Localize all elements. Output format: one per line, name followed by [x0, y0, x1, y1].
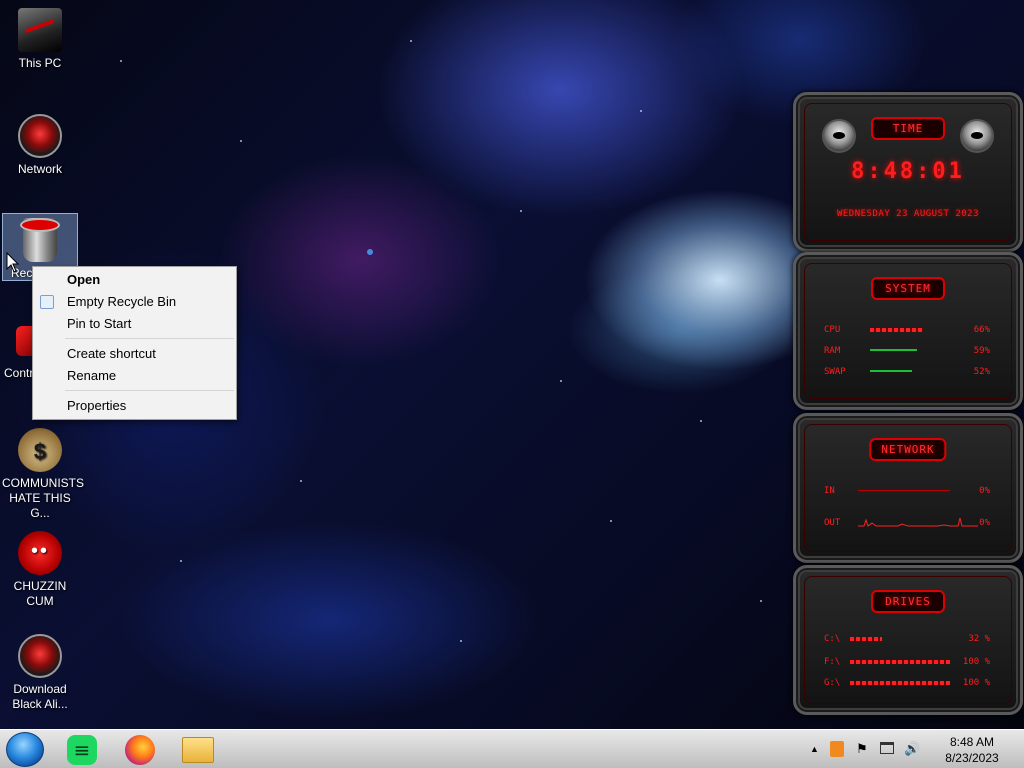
- desktop-icon-chuzzin[interactable]: CHUZZIN CUM: [2, 531, 78, 609]
- ram-row: RAM 59%: [824, 344, 990, 358]
- network-out-value: 0%: [979, 518, 990, 528]
- network-gadget[interactable]: NETWORK IN 0% OUT 0%: [793, 413, 1023, 563]
- taskbar-date: 8/23/2023: [945, 751, 999, 765]
- desktop-icon-download-black-alien[interactable]: Download Black Ali...: [2, 634, 78, 712]
- recycle-bin-icon: [20, 218, 60, 262]
- menu-item-label: Empty Recycle Bin: [67, 294, 177, 309]
- drive-g-value: 100 %: [962, 678, 990, 688]
- network-in-label: IN: [824, 486, 835, 496]
- clock-area[interactable]: 8:48 AM 8/23/2023: [940, 734, 1004, 766]
- gadget-title: SYSTEM: [871, 277, 945, 300]
- menu-item-properties[interactable]: Properties: [33, 395, 236, 417]
- start-button[interactable]: [6, 732, 44, 767]
- drive-g-bar: [850, 681, 950, 685]
- app-tray-icon[interactable]: [830, 741, 844, 757]
- taskbar-app-spotify[interactable]: [62, 733, 102, 766]
- cpu-bar: [870, 328, 950, 332]
- network-tray-icon[interactable]: [880, 742, 894, 754]
- desktop-icon-label: This PC: [18, 56, 62, 70]
- drive-g-bar-fill: [850, 681, 950, 685]
- swap-row: SWAP 52%: [824, 365, 990, 379]
- action-center-flag-icon[interactable]: ⚑: [856, 742, 868, 756]
- gadget-title: NETWORK: [869, 438, 947, 461]
- chuzzle-icon: [18, 531, 62, 575]
- this-pc-icon: [18, 8, 62, 52]
- drive-g-label: G:\: [824, 678, 841, 688]
- menu-item-pin-to-start[interactable]: Pin to Start: [33, 313, 236, 335]
- context-menu: Open Empty Recycle Bin Pin to Start Crea…: [32, 266, 237, 420]
- cpu-value: 66%: [973, 325, 990, 335]
- network-in-row: IN 0%: [824, 484, 990, 498]
- system-tray: ▲ ⚑ 🔊 8:48 AM 8/23/2023: [804, 730, 1024, 768]
- gadget-title: DRIVES: [871, 590, 945, 613]
- desktop-icon-label: CHUZZIN CUM: [13, 579, 67, 608]
- alien-head-icon: [822, 119, 856, 153]
- drive-c-row: C:\ 32 %: [824, 632, 990, 646]
- cpu-bar-fill: [870, 328, 923, 332]
- desktop-icon-this-pc[interactable]: This PC: [2, 8, 78, 71]
- network-icon: [18, 114, 62, 158]
- menu-item-rename[interactable]: Rename: [33, 365, 236, 387]
- spotify-icon: [67, 734, 97, 765]
- show-hidden-icons-icon[interactable]: ▲: [810, 742, 819, 756]
- alien-head-icon: [960, 119, 994, 153]
- menu-item-create-shortcut[interactable]: Create shortcut: [33, 343, 236, 365]
- drive-c-label: C:\: [824, 634, 841, 644]
- time-gadget[interactable]: TIME 8:48:01 WEDNESDAY 23 AUGUST 2023: [793, 92, 1023, 252]
- drive-f-label: F:\: [824, 657, 841, 667]
- taskbar-time: 8:48 AM: [949, 735, 995, 749]
- alien-icon: [18, 634, 62, 678]
- drive-c-value: 32 %: [968, 634, 990, 644]
- drive-f-bar: [850, 660, 950, 664]
- ram-label: RAM: [824, 346, 841, 356]
- desktop-icon-network[interactable]: Network: [2, 114, 78, 177]
- swap-value: 52%: [973, 367, 990, 377]
- drive-g-row: G:\ 100 %: [824, 676, 990, 690]
- ram-bar: [870, 349, 950, 353]
- money-bag-icon: [18, 428, 62, 472]
- drive-c-bar: [850, 637, 950, 641]
- network-out-row: OUT 0%: [824, 516, 990, 530]
- taskbar-app-firefox[interactable]: [120, 733, 160, 766]
- desktop-icon-label: Network: [17, 162, 62, 176]
- menu-item-open[interactable]: Open: [33, 269, 236, 291]
- gadget-title: TIME: [871, 117, 945, 140]
- network-in-graph: [858, 490, 950, 491]
- desktop-icon-label: Download Black Ali...: [12, 682, 68, 711]
- drive-f-bar-fill: [850, 660, 950, 664]
- cpu-label: CPU: [824, 325, 841, 335]
- firefox-icon: [125, 734, 155, 765]
- desktop-icon-communists[interactable]: COMMUNISTS HATE THIS G...: [2, 428, 84, 521]
- swap-bar: [870, 370, 950, 374]
- clock-time: 8:48:01: [851, 159, 965, 184]
- network-out-label: OUT: [824, 518, 841, 528]
- cpu-row: CPU 66%: [824, 323, 990, 337]
- taskbar-app-file-explorer[interactable]: [178, 733, 218, 766]
- system-gadget[interactable]: SYSTEM CPU 66% RAM 59% SWAP 52%: [793, 252, 1023, 410]
- clock-date: WEDNESDAY 23 AUGUST 2023: [836, 209, 980, 219]
- folder-icon: [182, 736, 214, 763]
- drive-f-value: 100 %: [962, 657, 990, 667]
- swap-label: SWAP: [824, 367, 846, 377]
- swap-bar-fill: [870, 370, 912, 372]
- menu-separator: [65, 338, 234, 339]
- menu-item-empty-recycle-bin[interactable]: Empty Recycle Bin: [33, 291, 236, 313]
- drive-f-row: F:\ 100 %: [824, 655, 990, 669]
- network-in-value: 0%: [979, 486, 990, 496]
- taskbar: ▲ ⚑ 🔊 8:48 AM 8/23/2023: [0, 729, 1024, 768]
- menu-separator: [65, 390, 234, 391]
- recycle-bin-small-icon: [40, 295, 54, 309]
- drives-gadget[interactable]: DRIVES C:\ 32 % F:\ 100 % G:\ 100 %: [793, 565, 1023, 715]
- ram-bar-fill: [870, 349, 918, 351]
- drive-c-bar-fill: [850, 637, 882, 641]
- ram-value: 59%: [973, 346, 990, 356]
- volume-icon[interactable]: 🔊: [904, 742, 920, 756]
- desktop-icon-label: COMMUNISTS HATE THIS G...: [2, 476, 84, 520]
- network-out-graph: [858, 517, 978, 527]
